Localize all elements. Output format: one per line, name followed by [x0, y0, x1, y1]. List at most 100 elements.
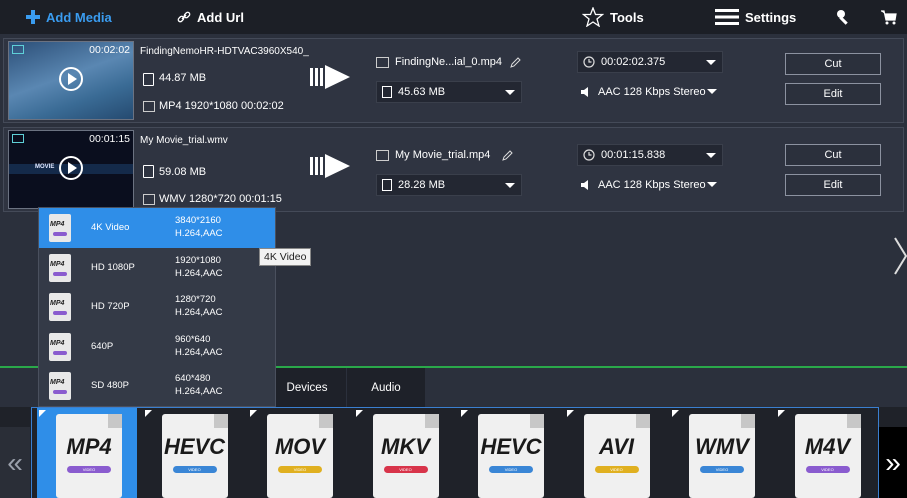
chevron-right-icon[interactable] [893, 236, 907, 276]
dropdown-item-label: HD 720P [91, 301, 130, 312]
file-size-icon [143, 165, 154, 178]
dropdown-item[interactable]: MP4 4K Video 3840*2160 H.264,AAC [39, 208, 275, 248]
output-filename-text: FindingNe...ial_0.mp4 [395, 56, 503, 68]
tab-audio[interactable]: Audio [347, 368, 425, 408]
play-icon[interactable] [59, 156, 83, 180]
add-url-button[interactable]: Add Url [177, 0, 244, 34]
dropdown-item-codec: H.264,AAC [175, 307, 223, 318]
cart-icon [881, 10, 897, 25]
output-size-select[interactable]: 28.28 MB [376, 174, 522, 196]
chevron-down-icon [706, 153, 716, 158]
audio-text: AAC 128 Kbps Stereo [598, 86, 706, 98]
mp4-icon-label: MP4 [50, 221, 65, 228]
video-file-icon [376, 149, 389, 161]
settings-button[interactable]: Settings [715, 0, 796, 34]
output-filename[interactable]: FindingNe...ial_0.mp4 [376, 51, 526, 73]
plus-icon [26, 10, 40, 24]
output-duration-text: 00:02:02.375 [601, 56, 666, 68]
mp4-file-icon: MP4 [49, 372, 71, 400]
dropdown-item-codec: H.264,AAC [175, 228, 223, 239]
dropdown-item[interactable]: MP4 HD 1080P 1920*1080 H.264,AAC [39, 248, 275, 288]
edit-button[interactable]: Edit [785, 83, 881, 105]
dropdown-item-spec: 960*640 H.264,AAC [175, 333, 223, 359]
output-size-select[interactable]: 45.63 MB [376, 81, 522, 103]
tab-devices[interactable]: Devices [268, 368, 346, 408]
thumbnail-text: MOVIE [35, 164, 55, 170]
top-toolbar: Add Media Add Url Tools Settings [0, 0, 907, 34]
convert-arrow-icon [310, 154, 350, 178]
pencil-icon[interactable] [510, 56, 521, 68]
video-file-icon [376, 56, 389, 68]
source-filename: FindingNemoHR-HDTVAC3960X540_ [140, 46, 309, 57]
add-media-button[interactable]: Add Media [26, 0, 112, 34]
dropdown-item-resolution: 640*480 [175, 373, 211, 384]
edit-button[interactable]: Edit [785, 174, 881, 196]
output-duration-select[interactable]: 00:01:15.838 [577, 144, 723, 166]
chevron-down-icon [706, 60, 716, 65]
dropdown-item-label: 4K Video [91, 222, 130, 233]
key-button[interactable] [836, 0, 858, 34]
add-url-label: Add Url [197, 9, 244, 25]
file-icon [382, 86, 392, 98]
video-thumbnail[interactable]: 00:02:02 [8, 41, 134, 120]
dropdown-item-spec: 640*480 H.264,AAC [175, 372, 223, 398]
tooltip: 4K Video [259, 248, 312, 266]
add-media-label: Add Media [46, 9, 112, 25]
video-thumbnail[interactable]: 00:01:15 MOVIE [8, 130, 134, 209]
dropdown-item[interactable]: MP4 SD 480P 640*480 H.264,AAC [39, 366, 275, 406]
cart-button[interactable] [881, 0, 903, 34]
cut-button[interactable]: Cut [785, 144, 881, 166]
output-size-text: 28.28 MB [398, 179, 446, 191]
tools-label: Tools [610, 9, 644, 25]
speaker-icon [581, 87, 588, 97]
speaker-icon [581, 180, 588, 190]
dropdown-item-resolution: 3840*2160 [175, 215, 221, 226]
dropdown-item-label: SD 480P [91, 380, 130, 391]
video-format-icon [12, 45, 24, 54]
clock-icon [583, 149, 595, 161]
tools-button[interactable]: Tools [582, 0, 644, 34]
mp4-file-icon: MP4 [49, 293, 71, 321]
thumbnail-duration: 00:02:02 [89, 44, 130, 56]
audio-text: AAC 128 Kbps Stereo [598, 179, 706, 191]
source-info: MP4 1920*1080 00:02:02 [159, 100, 284, 112]
source-filename: My Movie_trial.wmv [140, 135, 228, 146]
mp4-icon-label: MP4 [50, 260, 65, 268]
mp4-file-icon: MP4 [49, 332, 71, 361]
dropdown-item-codec: H.264,AAC [175, 386, 223, 397]
chevron-down-icon [707, 182, 717, 187]
mp4-icon-label: MP4 [50, 339, 65, 347]
link-icon [177, 11, 191, 23]
source-info: WMV 1280*720 00:01:15 [159, 193, 282, 205]
dropdown-item[interactable]: MP4 HD 720P 1280*720 H.264,AAC [39, 287, 275, 327]
video-format-icon [12, 134, 24, 143]
dropdown-item-spec: 1920*1080 H.264,AAC [175, 254, 223, 280]
chevron-down-icon [707, 89, 717, 94]
play-icon[interactable] [59, 67, 83, 91]
convert-arrow-icon [310, 65, 350, 89]
audio-select[interactable]: AAC 128 Kbps Stereo [577, 174, 723, 196]
menu-icon [715, 9, 739, 25]
output-filename[interactable]: My Movie_trial.mp4 [376, 144, 526, 166]
dropdown-item-label: HD 1080P [91, 261, 135, 273]
audio-select[interactable]: AAC 128 Kbps Stereo [577, 81, 723, 103]
output-duration-text: 00:01:15.838 [601, 149, 666, 161]
dropdown-item-spec: 1280*720 H.264,AAC [175, 293, 223, 319]
prev-formats-button[interactable]: « [0, 427, 30, 498]
dropdown-item-codec: H.264,AAC [175, 267, 223, 279]
pencil-icon[interactable] [502, 149, 514, 161]
file-size-icon [143, 73, 154, 86]
app-window: Add Media Add Url Tools Settings 00:02:0… [0, 0, 907, 498]
film-icon [143, 101, 155, 112]
source-size: 59.08 MB [159, 166, 207, 178]
chevron-down-icon [505, 183, 515, 188]
cut-button[interactable]: Cut [785, 53, 881, 75]
output-filename-text: My Movie_trial.mp4 [395, 149, 491, 161]
dropdown-item[interactable]: MP4 640P 960*640 H.264,AAC [39, 327, 275, 367]
output-duration-select[interactable]: 00:02:02.375 [577, 51, 723, 73]
next-formats-button[interactable]: » [879, 427, 907, 498]
source-size: 44.87 MB [159, 72, 207, 84]
mp4-file-icon: MP4 [49, 253, 71, 282]
star-tools-icon [582, 7, 604, 27]
dropdown-item-spec: 3840*2160 H.264,AAC [175, 214, 223, 240]
